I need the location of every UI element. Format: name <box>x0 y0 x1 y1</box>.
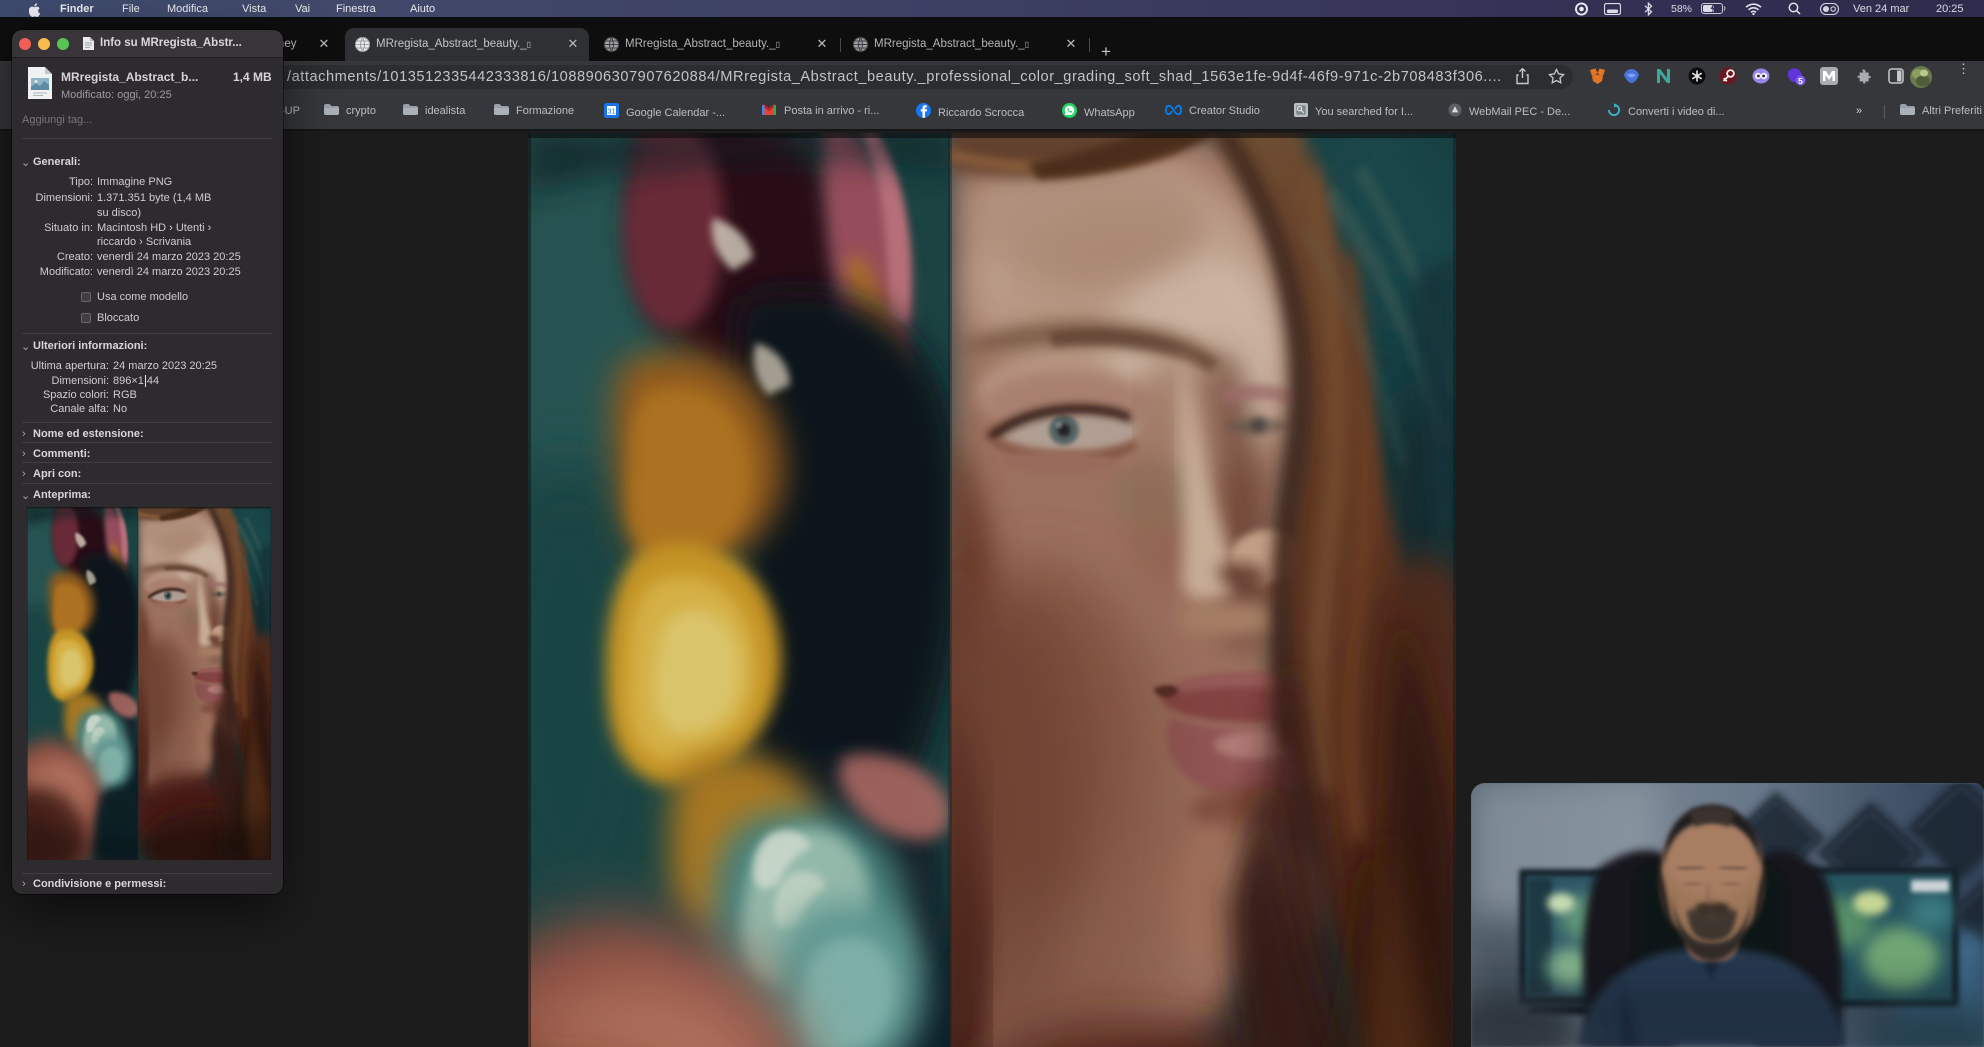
svg-text:31: 31 <box>607 106 615 115</box>
svg-text:5: 5 <box>1798 76 1803 86</box>
